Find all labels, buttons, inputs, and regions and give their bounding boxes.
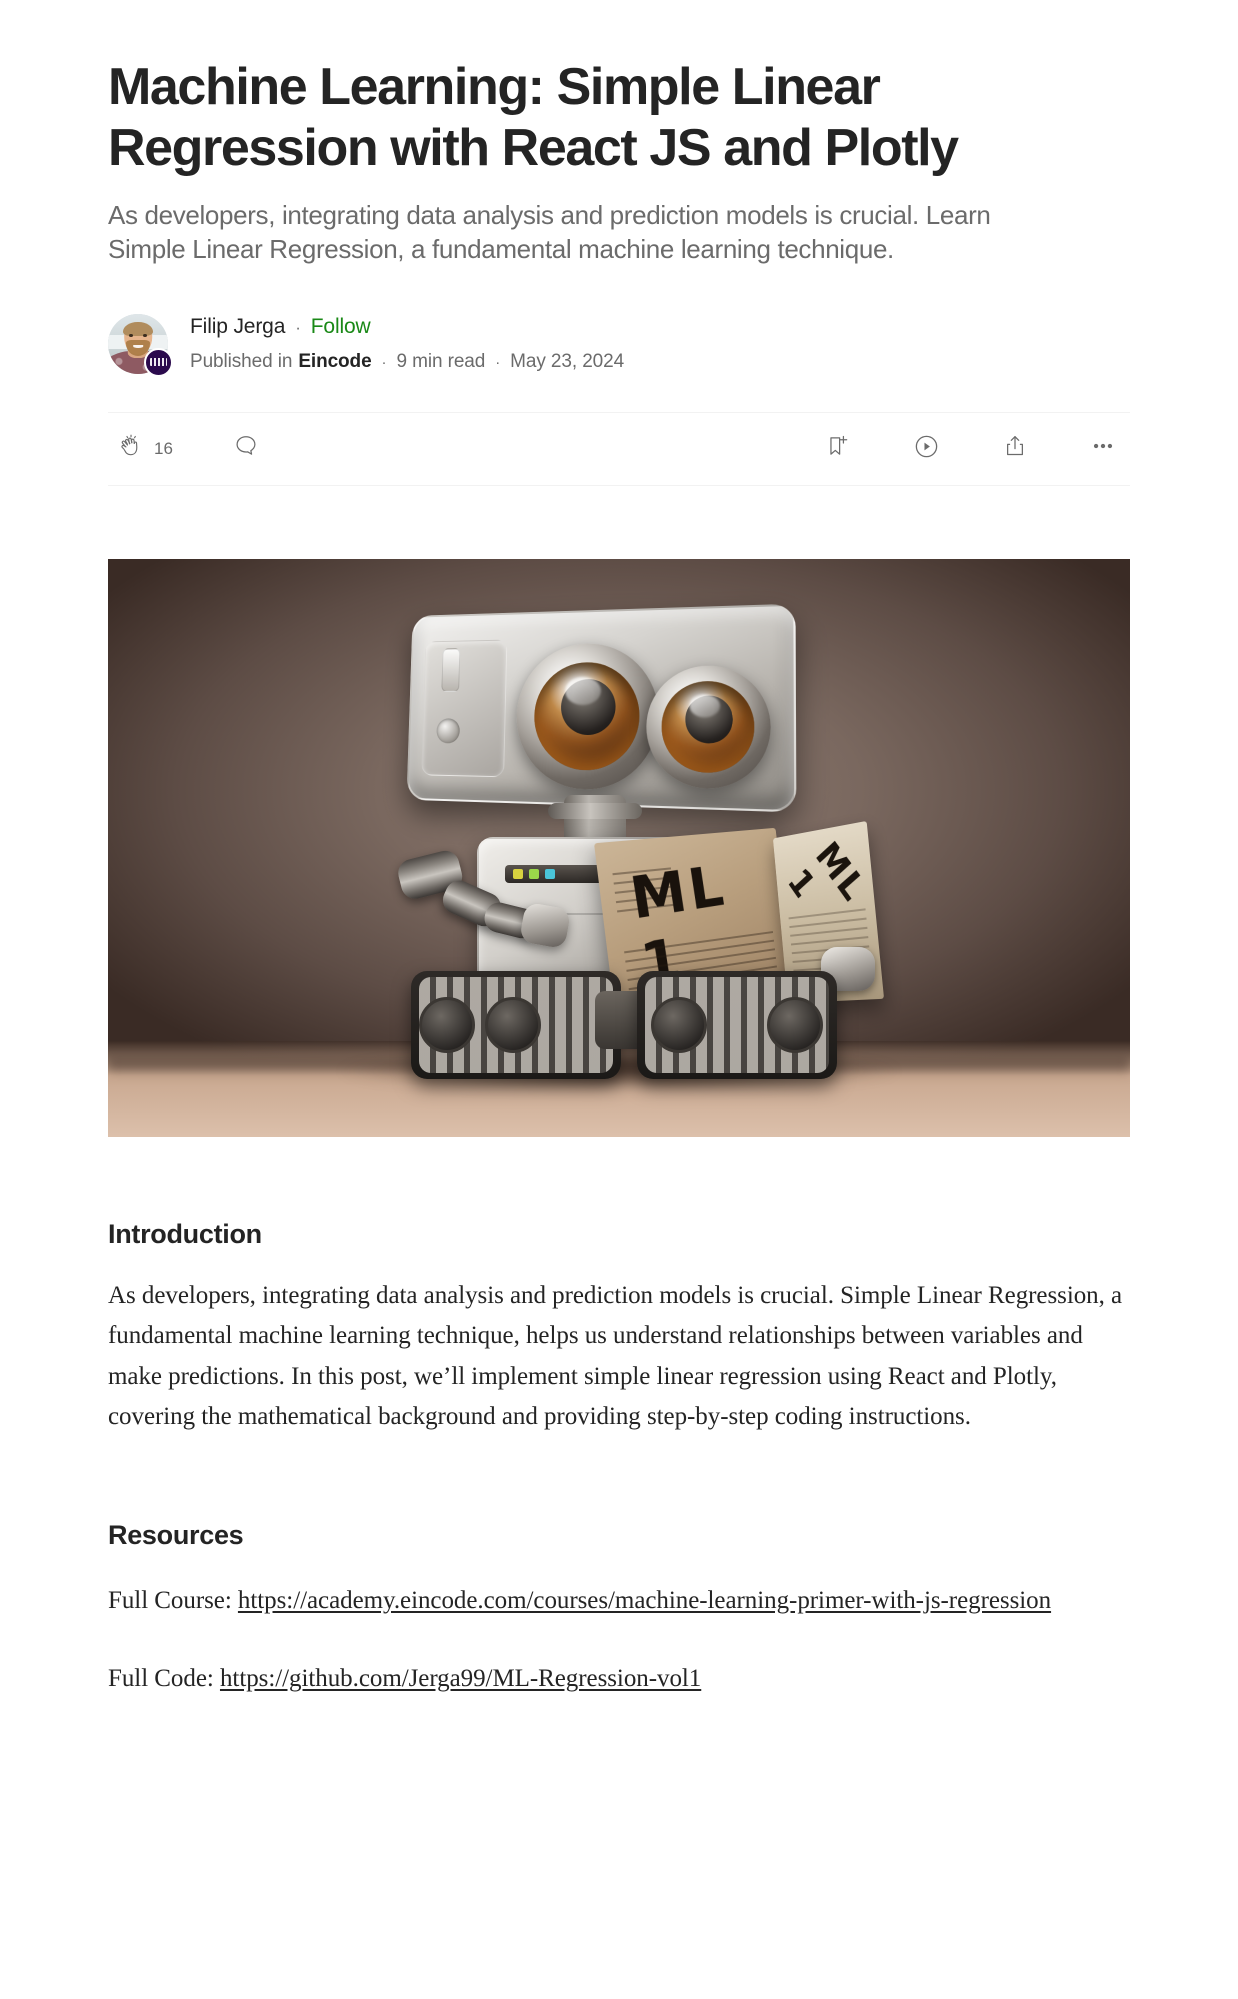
byline-author-row: Filip Jerga · Follow <box>190 312 624 342</box>
byline-text: Filip Jerga · Follow Published in Eincod… <box>190 312 624 376</box>
robot-head-slot <box>441 648 461 692</box>
resource-full-course: Full Course: https://academy.eincode.com… <box>108 1581 1123 1622</box>
share-button[interactable] <box>1002 433 1028 464</box>
more-ellipsis-icon <box>1090 433 1116 464</box>
more-options-button[interactable] <box>1090 433 1116 464</box>
resource-full-code: Full Code: https://github.com/Jerga99/ML… <box>108 1659 1123 1700</box>
listen-button[interactable] <box>913 433 940 465</box>
article-container: Machine Learning: Simple Linear Regressi… <box>108 0 1130 1700</box>
robot-eye-left <box>514 642 660 792</box>
avatar-eye-right <box>143 333 147 337</box>
robot-eye-right-glint <box>689 693 721 718</box>
full-course-label: Full Course: <box>108 1586 238 1614</box>
robot-eye-right <box>645 664 771 790</box>
tread-wheel-right-1 <box>651 996 707 1053</box>
full-code-link[interactable]: https://github.com/Jerga99/ML-Regression… <box>220 1665 701 1692</box>
bookmark-button[interactable] <box>825 433 851 464</box>
play-listen-icon <box>913 433 940 465</box>
share-icon <box>1002 433 1028 464</box>
clap-count: 16 <box>154 438 174 458</box>
published-in-label: Published in <box>190 351 293 373</box>
robot-head-side-panel <box>421 639 508 778</box>
section-heading-resources: Resources <box>108 1519 244 1550</box>
action-bar: 16 <box>108 411 1130 486</box>
introduction-paragraph: As developers, integrating data analysis… <box>108 1281 1123 1431</box>
meta-separator-2: · <box>495 354 501 372</box>
avatar-hair <box>123 321 153 337</box>
action-bar-left: 16 <box>118 433 259 464</box>
meta-separator-1: · <box>381 354 387 372</box>
robot-tread-left <box>411 970 621 1079</box>
comment-button[interactable] <box>233 433 259 464</box>
follow-button[interactable]: Follow <box>311 312 371 342</box>
read-time: 9 min read <box>396 351 486 373</box>
byline: Filip Jerga · Follow Published in Eincod… <box>108 312 1130 377</box>
full-course-link[interactable]: https://academy.eincode.com/courses/mach… <box>238 1587 1051 1614</box>
avatar-eye-left <box>129 333 133 337</box>
comment-icon <box>233 433 259 464</box>
tread-wheel-left-2 <box>485 996 541 1053</box>
publish-date: May 23, 2024 <box>510 351 625 373</box>
avatar-mouth <box>133 345 143 349</box>
article-page: Machine Learning: Simple Linear Regressi… <box>0 0 1238 1999</box>
action-bar-right <box>825 433 1122 465</box>
full-code-label: Full Code: <box>108 1665 220 1693</box>
author-name[interactable]: Filip Jerga <box>190 312 285 342</box>
publication-badge-icon[interactable] <box>144 347 173 377</box>
section-heading-introduction: Introduction <box>108 1218 262 1249</box>
bookmark-add-icon <box>825 433 851 464</box>
robot-eye-right-lens <box>661 681 754 774</box>
robot-eye-left-lens <box>533 661 641 772</box>
clap-icon <box>118 434 143 464</box>
hero-image: ML 1 ML 1 <box>108 558 1130 1137</box>
tread-wheel-right-2 <box>767 996 823 1053</box>
avatar-wrapper[interactable] <box>108 313 173 377</box>
tread-wheel-left-1 <box>419 996 475 1053</box>
publication-name[interactable]: Eincode <box>298 348 371 376</box>
byline-separator: · <box>295 317 301 337</box>
eincode-logo-mark <box>150 358 167 367</box>
byline-meta-row: Published in Eincode · 9 min read · May … <box>190 348 624 376</box>
robot-head <box>406 603 797 813</box>
robot-tread-right <box>637 970 837 1079</box>
page-title: Machine Learning: Simple Linear Regressi… <box>108 58 959 178</box>
clap-button[interactable]: 16 <box>118 434 173 464</box>
robot-illustration: ML 1 ML 1 <box>359 603 885 1079</box>
article-subtitle: As developers, integrating data analysis… <box>108 199 991 265</box>
